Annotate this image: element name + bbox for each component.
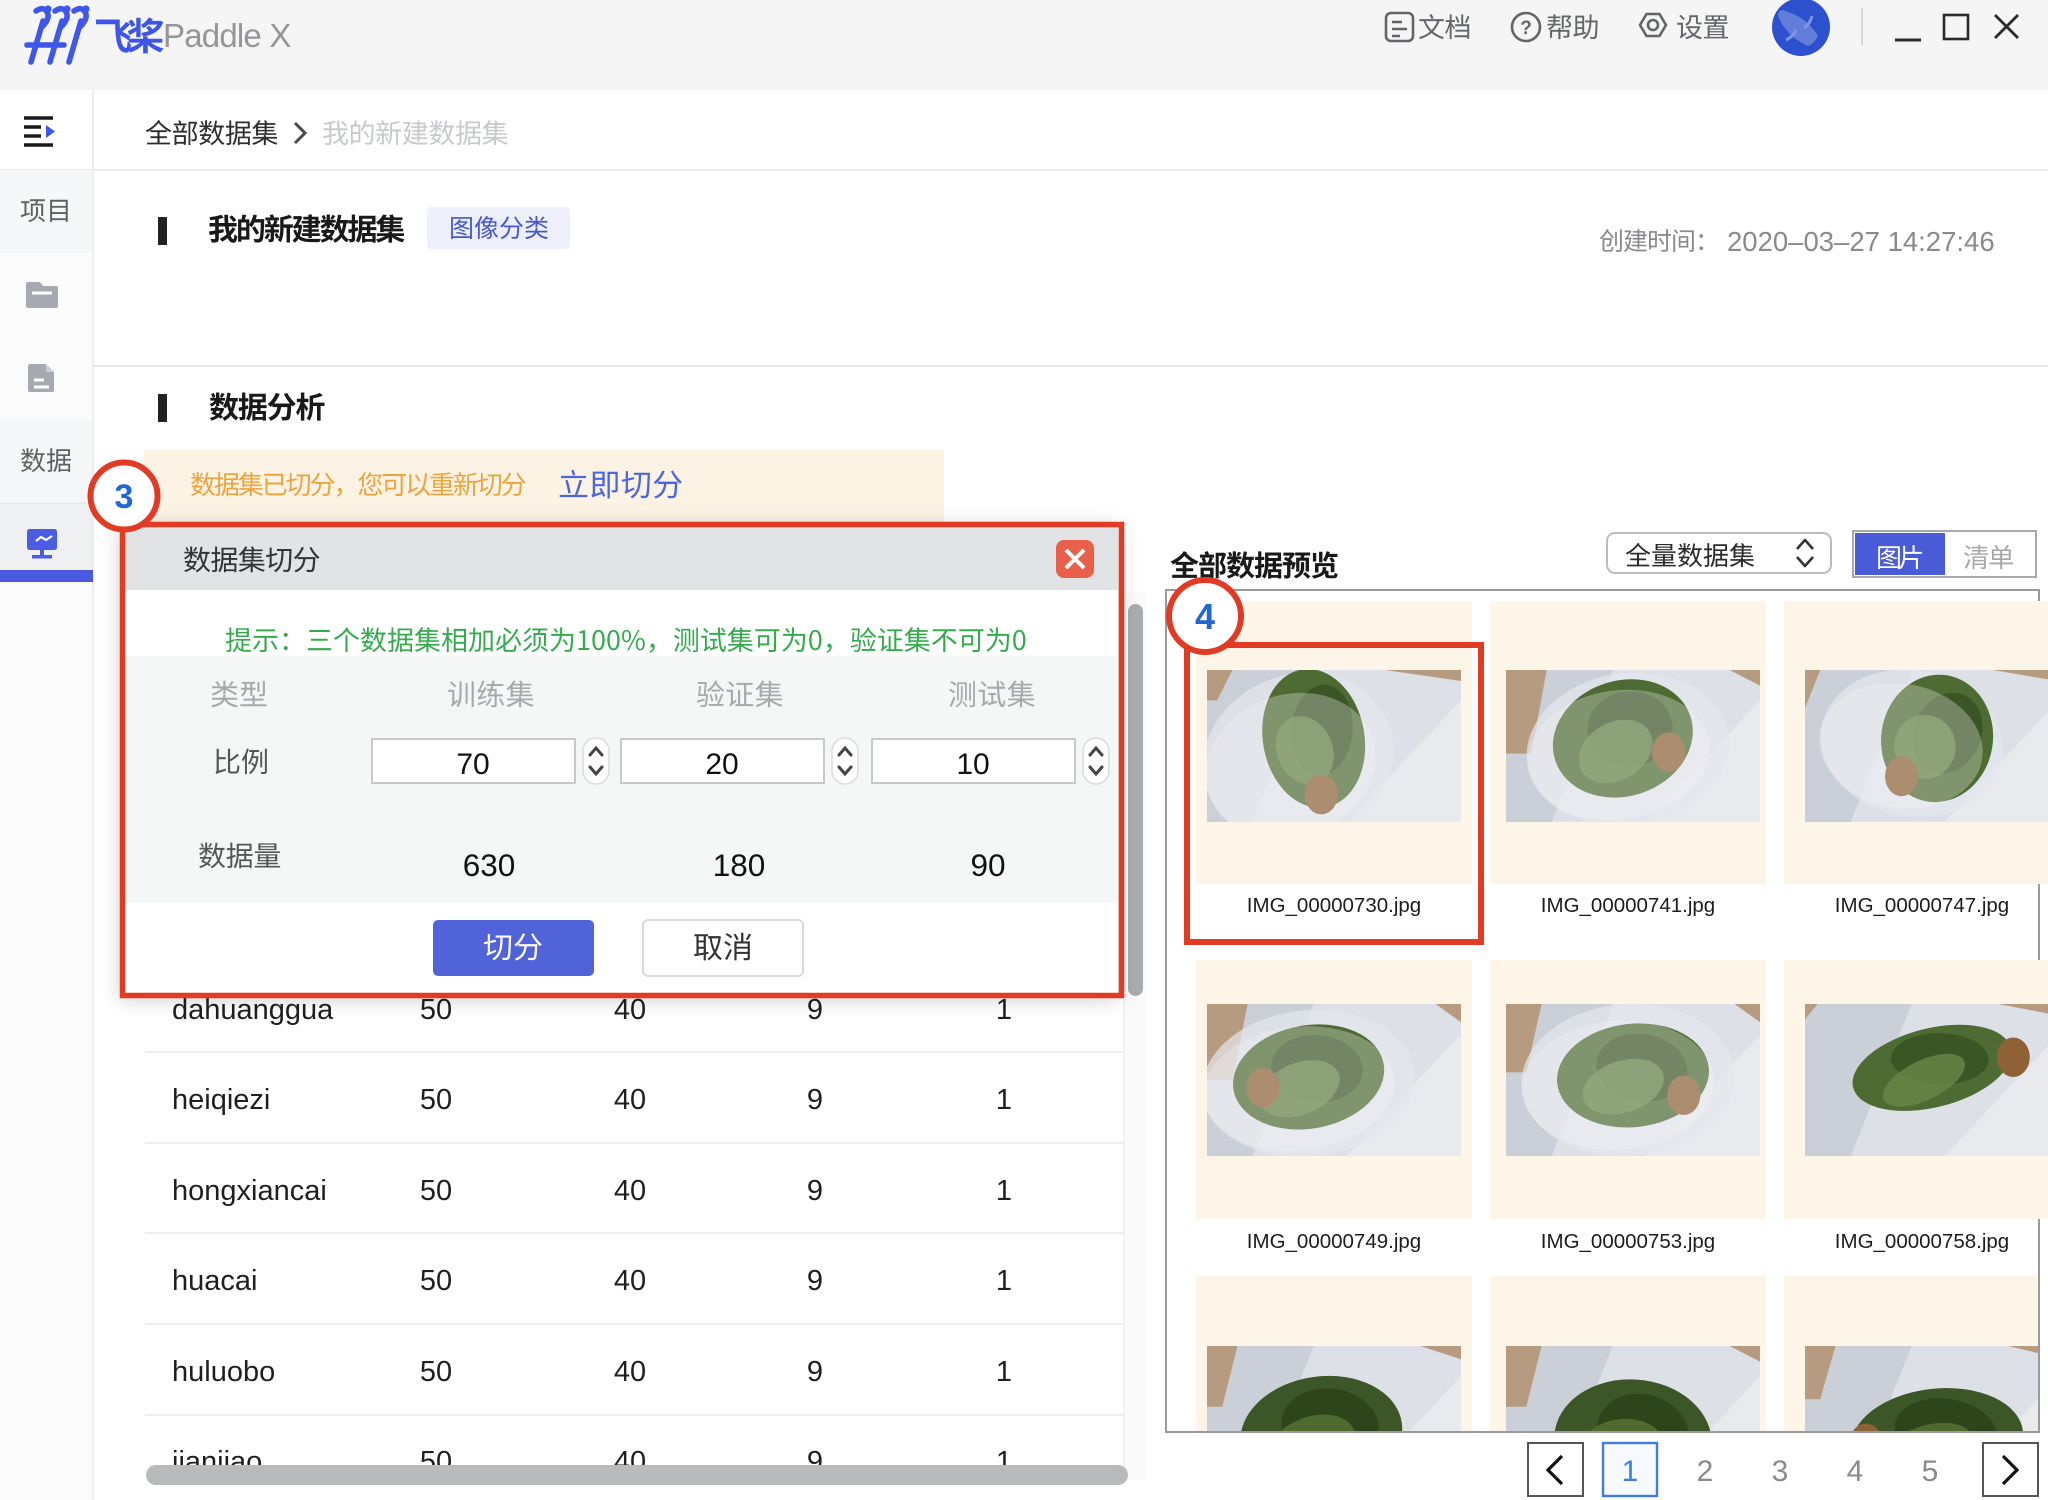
svg-text:50: 50 [420,1175,452,1207]
svg-text:4: 4 [1847,1455,1864,1488]
svg-text:IMG_00000758.jpg: IMG_00000758.jpg [1835,1230,2009,1253]
svg-text:180: 180 [713,847,766,883]
svg-text:40: 40 [614,1175,646,1207]
svg-text:9: 9 [807,1175,823,1207]
svg-text:1: 1 [996,1084,1012,1116]
svg-text:1: 1 [996,1175,1012,1207]
svg-text:9: 9 [807,1356,823,1388]
svg-text:Paddle X: Paddle X [163,17,291,54]
svg-text:IMG_00000747.jpg: IMG_00000747.jpg [1835,894,2009,917]
svg-text:1: 1 [1622,1455,1639,1488]
svg-text:huacai: huacai [172,1265,257,1297]
svg-text:4: 4 [1195,596,1215,637]
svg-text:9: 9 [807,1265,823,1297]
svg-text:50: 50 [420,994,452,1026]
svg-text:9: 9 [807,994,823,1026]
svg-text:20: 20 [705,748,738,781]
svg-text:IMG_00000753.jpg: IMG_00000753.jpg [1541,1230,1715,1253]
svg-text:50: 50 [420,1265,452,1297]
svg-text:1: 1 [996,994,1012,1026]
svg-text:3: 3 [115,478,134,516]
svg-text:5: 5 [1922,1455,1939,1488]
svg-text:9: 9 [807,1084,823,1116]
svg-text:heiqiezi: heiqiezi [172,1084,270,1116]
svg-text:huluobo: huluobo [172,1356,275,1388]
svg-text:1: 1 [996,1356,1012,1388]
svg-text:dahuanggua: dahuanggua [172,994,334,1026]
svg-text:50: 50 [420,1084,452,1116]
svg-text:40: 40 [614,994,646,1026]
svg-text:90: 90 [970,847,1005,883]
svg-text:?: ? [1520,18,1532,39]
svg-text:2020–03–27 14:27:46: 2020–03–27 14:27:46 [1727,226,1995,257]
svg-text:IMG_00000741.jpg: IMG_00000741.jpg [1541,894,1715,917]
svg-text:IMG_00000730.jpg: IMG_00000730.jpg [1247,894,1421,917]
svg-text:50: 50 [420,1356,452,1388]
svg-text:3: 3 [1772,1455,1789,1488]
svg-text:630: 630 [463,847,516,883]
svg-text:40: 40 [614,1084,646,1116]
svg-text:hongxiancai: hongxiancai [172,1175,327,1207]
svg-text:70: 70 [456,748,489,781]
svg-text:40: 40 [614,1356,646,1388]
svg-text:10: 10 [956,748,989,781]
svg-text:40: 40 [614,1265,646,1297]
svg-text:IMG_00000749.jpg: IMG_00000749.jpg [1247,1230,1421,1253]
svg-text:1: 1 [996,1265,1012,1297]
svg-text:2: 2 [1697,1455,1714,1488]
